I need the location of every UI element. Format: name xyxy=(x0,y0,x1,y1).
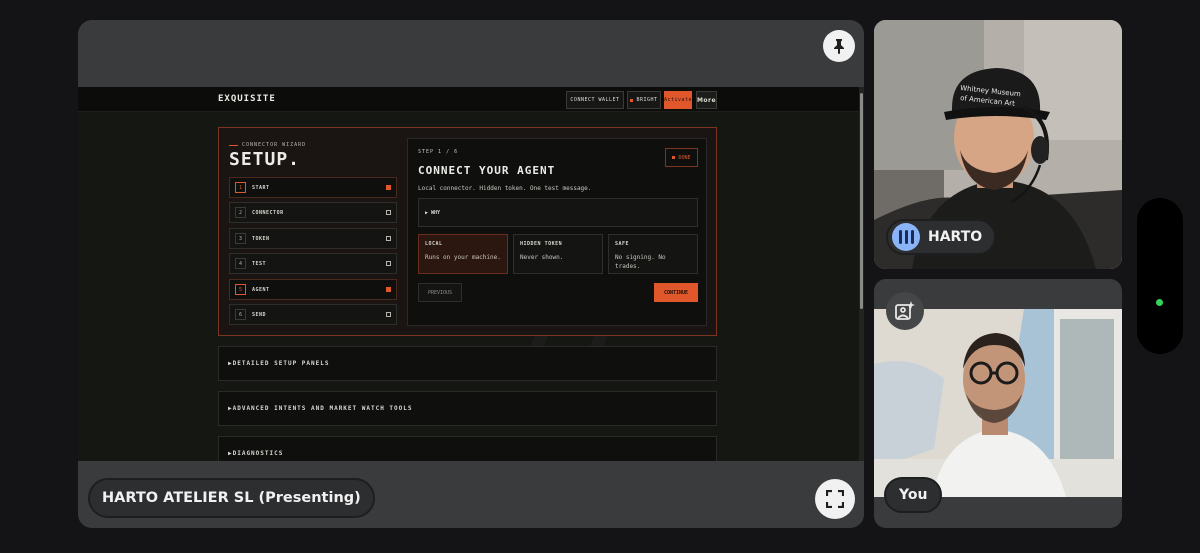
done-button[interactable]: DONE xyxy=(665,148,698,167)
step-connector[interactable]: 2 CONNECTOR xyxy=(229,202,397,223)
feature-title: HIDDEN TOKEN xyxy=(520,241,563,247)
app-header: EXQUISITE CONNECT WALLET BRIGHT Activate… xyxy=(78,87,859,112)
step-status-icon xyxy=(386,236,391,241)
step-status-icon xyxy=(386,312,391,317)
step-label: START xyxy=(252,184,270,191)
continue-button[interactable]: CONTINUE xyxy=(654,283,698,302)
participant-name-chip: HARTO xyxy=(886,219,997,255)
step-label: SEND xyxy=(252,311,267,318)
step-number: 1 xyxy=(235,182,246,193)
self-video-image xyxy=(874,309,1122,497)
square-icon xyxy=(630,98,634,102)
connector-wizard: CONNECTOR WIZARD SETUP. 1 START 2 CONNEC… xyxy=(218,127,717,336)
accordion-diagnostics[interactable]: ▶DIAGNOSTICS xyxy=(218,436,717,461)
wizard-title: SETUP. xyxy=(229,149,301,170)
step-indicator: STEP 1 / 6 xyxy=(418,149,459,155)
pin-icon xyxy=(834,39,844,54)
step-status-icon xyxy=(386,210,391,215)
presenter-name-chip: HARTO ATELIER SL (Presenting) xyxy=(88,478,375,518)
card-description: Local connector. Hidden token. One test … xyxy=(418,185,592,192)
feature-safe: SAFE No signing. No trades. xyxy=(608,234,698,274)
step-start[interactable]: 1 START xyxy=(229,177,397,198)
why-disclosure[interactable]: ▶ WHY xyxy=(418,198,698,227)
activate-button[interactable]: Activate xyxy=(664,91,692,109)
step-label: CONNECTOR xyxy=(252,209,284,216)
bright-label: BRIGHT xyxy=(636,97,658,103)
step-number: 3 xyxy=(235,233,246,244)
visual-effects-button[interactable] xyxy=(886,292,924,330)
effects-sparkle-icon xyxy=(895,301,915,320)
feature-desc: No signing. No trades. xyxy=(615,254,666,270)
fullscreen-icon xyxy=(826,490,844,508)
step-number: 5 xyxy=(235,284,246,295)
presentation-footer: HARTO ATELIER SL (Presenting) xyxy=(78,461,864,528)
more-button[interactable]: More xyxy=(696,91,717,109)
previous-button[interactable]: PREVIOUS xyxy=(418,283,462,302)
shared-screen: EXQUISITE CONNECT WALLET BRIGHT Activate… xyxy=(78,87,864,461)
app-logo[interactable]: EXQUISITE xyxy=(218,94,276,104)
accordion-advanced-intents[interactable]: ▶ADVANCED INTENTS AND MARKET WATCH TOOLS xyxy=(218,391,717,426)
step-label: TOKEN xyxy=(252,235,270,242)
wizard-step-card: STEP 1 / 6 CONNECT YOUR AGENT DONE Local… xyxy=(407,138,707,326)
bright-theme-button[interactable]: BRIGHT xyxy=(627,91,661,109)
step-number: 2 xyxy=(235,207,246,218)
feature-desc: Runs on your machine. xyxy=(425,254,501,261)
step-label: AGENT xyxy=(252,286,270,293)
step-number: 6 xyxy=(235,309,246,320)
step-status-icon xyxy=(386,261,391,266)
step-test[interactable]: 4 TEST xyxy=(229,253,397,274)
step-label: TEST xyxy=(252,260,267,267)
accent-rule xyxy=(229,144,238,146)
wizard-eyebrow: CONNECTOR WIZARD xyxy=(229,142,306,148)
side-status-pill[interactable] xyxy=(1137,198,1183,354)
fullscreen-button[interactable] xyxy=(815,479,855,519)
shared-scrollbar[interactable] xyxy=(859,87,864,461)
participant-tile-harto[interactable]: Whitney Museum of American Art HARTO xyxy=(874,20,1122,269)
step-token[interactable]: 3 TOKEN xyxy=(229,228,397,249)
step-send[interactable]: 6 SEND xyxy=(229,304,397,325)
accordion-detailed-setup[interactable]: ▶DETAILED SETUP PANELS xyxy=(218,346,717,381)
status-dot-icon xyxy=(1156,299,1163,306)
participant-name: HARTO xyxy=(928,229,983,245)
connect-wallet-button[interactable]: CONNECT WALLET xyxy=(566,91,624,109)
done-label: DONE xyxy=(678,154,691,161)
feature-title: LOCAL xyxy=(425,241,443,247)
square-icon xyxy=(672,156,676,159)
feature-hidden-token: HIDDEN TOKEN Never shown. xyxy=(513,234,603,274)
self-video xyxy=(874,309,1122,497)
step-status-icon xyxy=(386,287,391,292)
step-agent[interactable]: 5 AGENT xyxy=(229,279,397,300)
step-number: 4 xyxy=(235,258,246,269)
speaking-indicator-icon xyxy=(892,223,920,251)
feature-title: SAFE xyxy=(615,241,630,247)
self-name-chip: You xyxy=(884,477,943,513)
participant-tile-you[interactable]: You xyxy=(874,279,1122,528)
wizard-eyebrow-text: CONNECTOR WIZARD xyxy=(242,142,307,148)
step-status-icon xyxy=(386,185,391,190)
card-title: CONNECT YOUR AGENT xyxy=(418,164,556,177)
feature-local: LOCAL Runs on your machine. xyxy=(418,234,508,274)
scrollbar-thumb[interactable] xyxy=(860,93,863,309)
feature-desc: Never shown. xyxy=(520,254,564,261)
pin-button[interactable] xyxy=(823,30,855,62)
presentation-panel: EXQUISITE CONNECT WALLET BRIGHT Activate… xyxy=(78,20,864,528)
